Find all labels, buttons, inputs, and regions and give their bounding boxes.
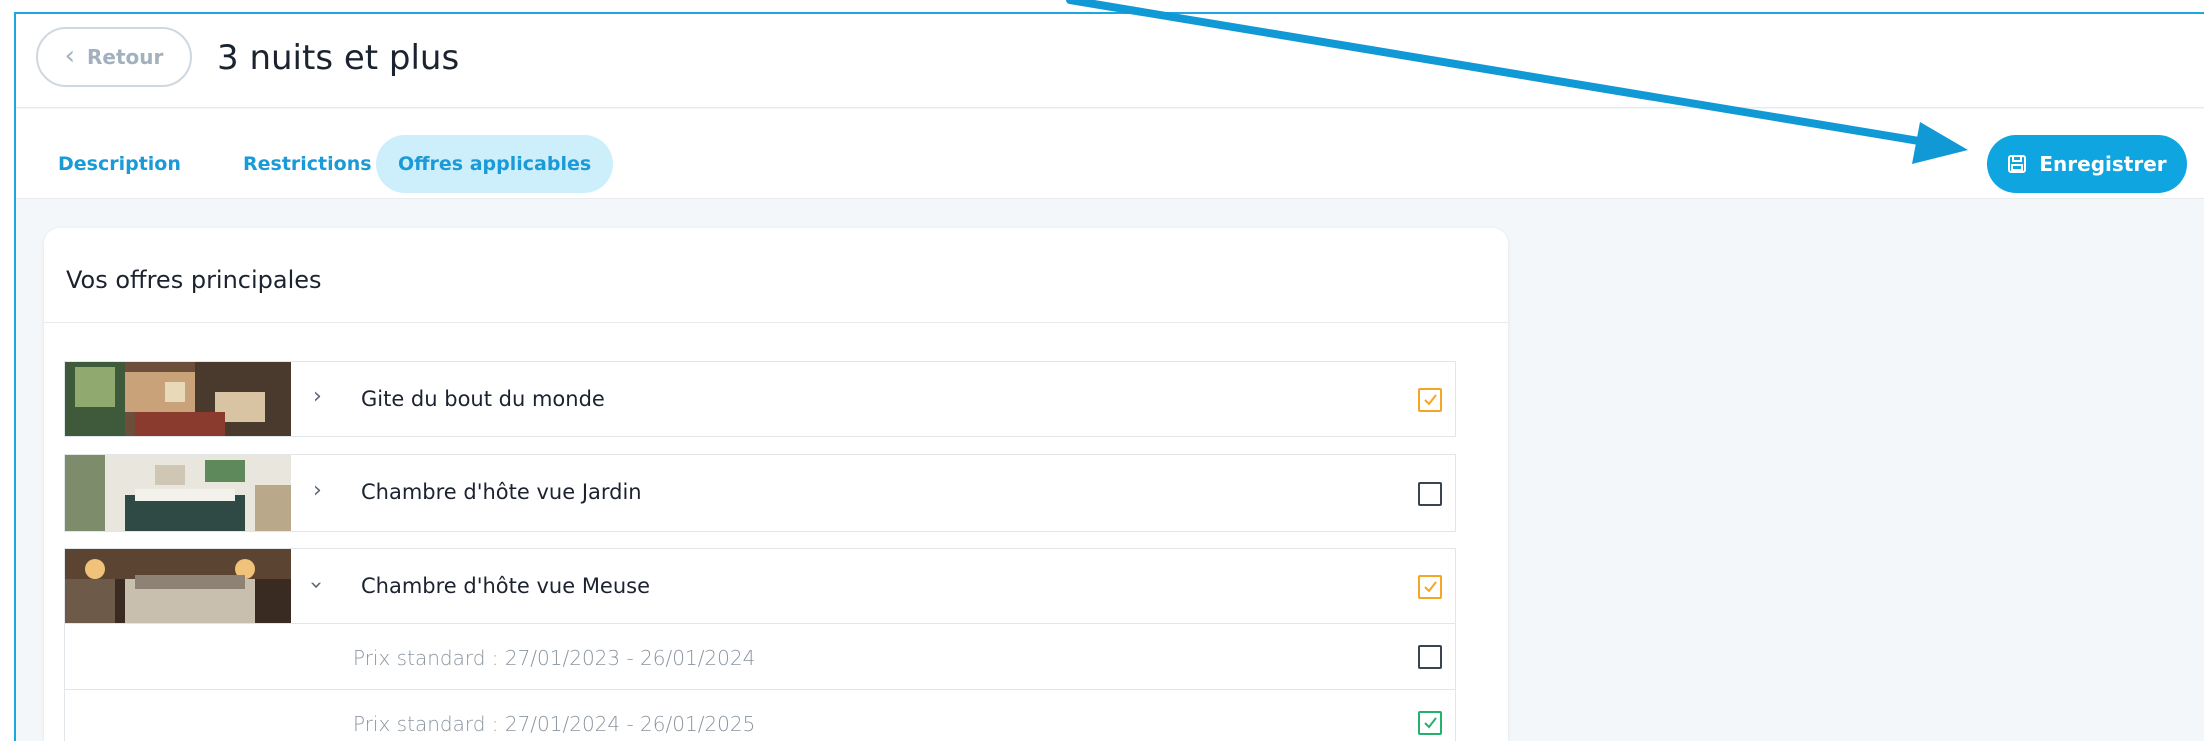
rate-row[interactable]: Prix standard : 27/01/2024 - 26/01/2025	[64, 690, 1456, 741]
offer-row[interactable]: › Gite du bout du monde	[64, 361, 1456, 437]
offer-name: Chambre d'hôte vue Meuse	[361, 574, 651, 598]
offer-thumbnail	[65, 549, 291, 623]
offer-name: Chambre d'hôte vue Jardin	[361, 480, 642, 504]
offer-row[interactable]: › Chambre d'hôte vue Meuse	[64, 548, 1456, 624]
offer-thumbnail	[65, 455, 291, 531]
card-title: Vos offres principales	[66, 266, 322, 294]
chevron-right-icon[interactable]: ›	[313, 386, 322, 408]
tab-description[interactable]: Description	[36, 135, 203, 193]
top-bar: ‹ Retour 3 nuits et plus	[16, 14, 2204, 108]
offer-checkbox[interactable]	[1418, 482, 1442, 506]
offers-card: Vos offres principales › Gite du bout du…	[44, 228, 1508, 741]
rate-label: Prix standard : 27/01/2023 - 26/01/2024	[353, 646, 756, 670]
back-button-label: Retour	[87, 45, 164, 69]
chevron-down-icon[interactable]: ›	[303, 581, 328, 590]
chevron-right-icon[interactable]: ›	[313, 480, 322, 502]
rate-checkbox[interactable]	[1418, 711, 1442, 735]
back-button[interactable]: ‹ Retour	[36, 27, 192, 87]
offer-checkbox[interactable]	[1418, 388, 1442, 412]
offer-thumbnail	[65, 362, 291, 436]
rate-checkbox[interactable]	[1418, 645, 1442, 669]
save-button-label: Enregistrer	[2039, 152, 2167, 176]
floppy-disk-icon	[2008, 155, 2027, 173]
tab-restrictions[interactable]: Restrictions	[221, 135, 394, 193]
rate-label: Prix standard : 27/01/2024 - 26/01/2025	[353, 712, 756, 736]
rate-row[interactable]: Prix standard : 27/01/2023 - 26/01/2024	[64, 624, 1456, 690]
divider	[44, 322, 1508, 323]
offer-name: Gite du bout du monde	[361, 387, 605, 411]
save-button[interactable]: Enregistrer	[1987, 135, 2187, 193]
offer-checkbox[interactable]	[1418, 575, 1442, 599]
tab-bar: Description Restrictions Offres applicab…	[16, 109, 2204, 199]
page-title: 3 nuits et plus	[217, 38, 460, 78]
tab-offres-applicables[interactable]: Offres applicables	[376, 135, 614, 193]
app-window: ‹ Retour 3 nuits et plus Description Res…	[14, 12, 2204, 741]
offer-row[interactable]: › Chambre d'hôte vue Jardin	[64, 454, 1456, 532]
chevron-left-icon: ‹	[64, 41, 76, 71]
